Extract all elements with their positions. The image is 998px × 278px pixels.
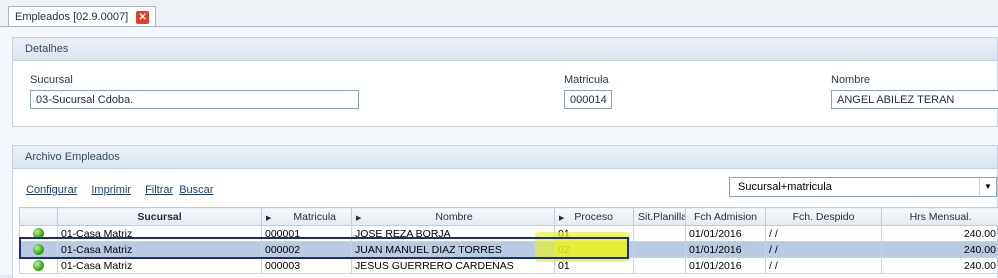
despido-cell: / / [766,258,882,274]
matricula-field[interactable]: 000014 [564,90,612,109]
filtrar-link[interactable]: Filtrar [145,184,173,196]
detalhes-panel: Detalhes Sucursal 03-Sucursal Cdoba. Mat… [12,37,998,127]
col-fch-admision[interactable]: Fch Admision [686,208,766,226]
employees-table: Sucursal ▶Matricula ▶Nombre ▶Proceso Sit… [19,207,998,274]
status-cell [20,226,58,242]
order-select[interactable]: Sucursal+matricula ▼ [729,177,997,197]
status-cell [20,258,58,274]
hrs-cell: 240.00 [882,258,998,274]
close-icon[interactable]: ✕ [136,11,149,24]
action-links: Configurar Imprimir Filtrar Buscar [26,184,213,196]
sucursal-cell: 01-Casa Matriz [58,242,262,258]
chevron-down-icon[interactable]: ▼ [979,178,996,196]
proceso-cell: 01 [555,258,634,274]
sucursal-label: Sucursal [30,74,73,86]
sit-planilla-cell [634,242,686,258]
imprimir-link[interactable]: Imprimir [91,184,131,196]
configurar-link[interactable]: Configurar [26,184,77,196]
nombre-cell: JUAN MANUEL DIAZ TORRES [352,242,555,258]
sort-arrow-icon: ▶ [356,215,361,222]
status-green-icon [33,228,44,239]
table-row[interactable]: 01-Casa Matriz 000001 JOSE REZA BORJA 01… [20,226,998,242]
col-proceso[interactable]: ▶Proceso [555,208,634,226]
col-nombre[interactable]: ▶Nombre [352,208,555,226]
matricula-cell: 000001 [262,226,352,242]
col-sit-planilla[interactable]: Sit.Planilla [634,208,686,226]
matricula-cell: 000002 [262,242,352,258]
status-green-icon [33,260,44,271]
admision-cell: 01/01/2016 [686,258,766,274]
nombre-cell: JESUS GUERRERO CARDENAS [352,258,555,274]
status-green-icon [33,244,44,255]
nombre-label: Nombre [831,74,870,86]
col-sucursal[interactable]: Sucursal [58,208,262,226]
detalhes-header: Detalhes [13,38,997,61]
proceso-cell: 01 [555,226,634,242]
status-cell [20,242,58,258]
sort-arrow-icon: ▶ [559,215,564,222]
sort-arrow-icon: ▶ [266,215,271,222]
despido-cell: / / [766,226,882,242]
table-header: Sucursal ▶Matricula ▶Nombre ▶Proceso Sit… [20,208,998,226]
main-content: Detalhes Sucursal 03-Sucursal Cdoba. Mat… [0,26,998,275]
proceso-cell: 02 [555,242,634,258]
table-row[interactable]: 01-Casa Matriz 000003 JESUS GUERRERO CAR… [20,258,998,274]
sucursal-cell: 01-Casa Matriz [58,226,262,242]
table-row-selected[interactable]: 01-Casa Matriz 000002 JUAN MANUEL DIAZ T… [20,242,998,258]
buscar-link[interactable]: Buscar [179,184,213,196]
col-fch-despido[interactable]: Fch. Despido [766,208,882,226]
tab-empleados[interactable]: Empleados [02.9.0007] ✕ [8,6,156,27]
order-select-value: Sucursal+matricula [738,181,832,193]
sit-planilla-cell [634,226,686,242]
archivo-panel: Archivo Empleados Configurar Imprimir Fi… [12,145,998,278]
col-hrs-mensual[interactable]: Hrs Mensual. [882,208,998,226]
admision-cell: 01/01/2016 [686,226,766,242]
tab-bar: Empleados [02.9.0007] ✕ [0,0,998,26]
nombre-cell: JOSE REZA BORJA [352,226,555,242]
admision-cell: 01/01/2016 [686,242,766,258]
sit-planilla-cell [634,258,686,274]
tab-title[interactable]: Empleados [02.9.0007] [15,11,128,23]
despido-cell: / / [766,242,882,258]
matricula-label: Matricula [564,74,609,86]
sucursal-cell: 01-Casa Matriz [58,258,262,274]
col-matricula[interactable]: ▶Matricula [262,208,352,226]
sucursal-field[interactable]: 03-Sucursal Cdoba. [30,90,359,109]
matricula-cell: 000003 [262,258,352,274]
nombre-field[interactable]: ANGEL ABILEZ TERAN [831,90,998,109]
hrs-cell: 240.00 [882,242,998,258]
hrs-cell: 240.00 [882,226,998,242]
col-status [20,208,58,226]
archivo-header: Archivo Empleados [13,146,997,169]
